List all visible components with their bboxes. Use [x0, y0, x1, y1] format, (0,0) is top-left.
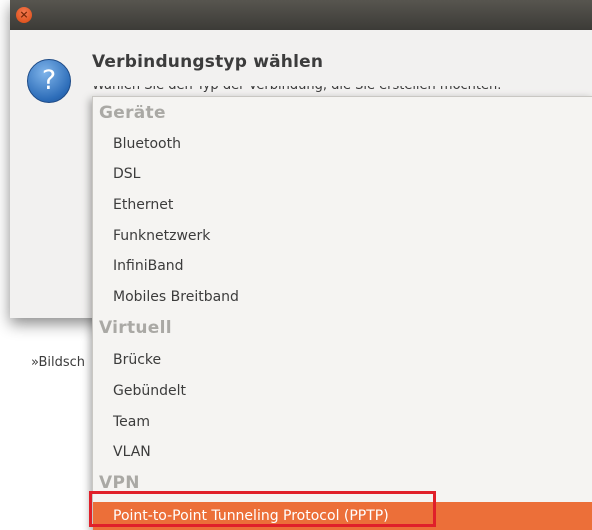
- menu-item-funknetzwerk[interactable]: Funknetzwerk: [113, 228, 210, 244]
- menu-item-dsl[interactable]: DSL: [113, 166, 140, 182]
- section-header-virtuell: Virtuell: [99, 318, 172, 338]
- menu-item-bluetooth[interactable]: Bluetooth: [113, 136, 181, 152]
- dialog-description: Wählen Sie den Typ der Verbindung, die S…: [92, 86, 572, 95]
- hint-text: »Bildsch: [31, 355, 86, 370]
- menu-item-infiniband[interactable]: InfiniBand: [113, 258, 184, 274]
- menu-item-gebuendelt[interactable]: Gebündelt: [113, 383, 186, 399]
- menu-item-mobiles-breitband[interactable]: Mobiles Breitband: [113, 289, 239, 305]
- menu-item-ethernet[interactable]: Ethernet: [113, 197, 173, 213]
- title-bar: ×: [10, 0, 592, 30]
- menu-item-vlan[interactable]: VLAN: [113, 444, 151, 460]
- connection-type-menu: Geräte Bluetooth DSL Ethernet Funknetzwe…: [92, 96, 592, 530]
- menu-item-bruecke[interactable]: Brücke: [113, 352, 161, 368]
- section-header-vpn: VPN: [99, 473, 140, 493]
- menu-item-team[interactable]: Team: [113, 414, 150, 430]
- close-button[interactable]: ×: [16, 7, 32, 23]
- dialog-title: Verbindungstyp wählen: [92, 52, 324, 72]
- section-header-geraete: Geräte: [99, 103, 166, 123]
- question-icon: ?: [27, 59, 71, 103]
- highlight-annotation-box: [89, 491, 436, 527]
